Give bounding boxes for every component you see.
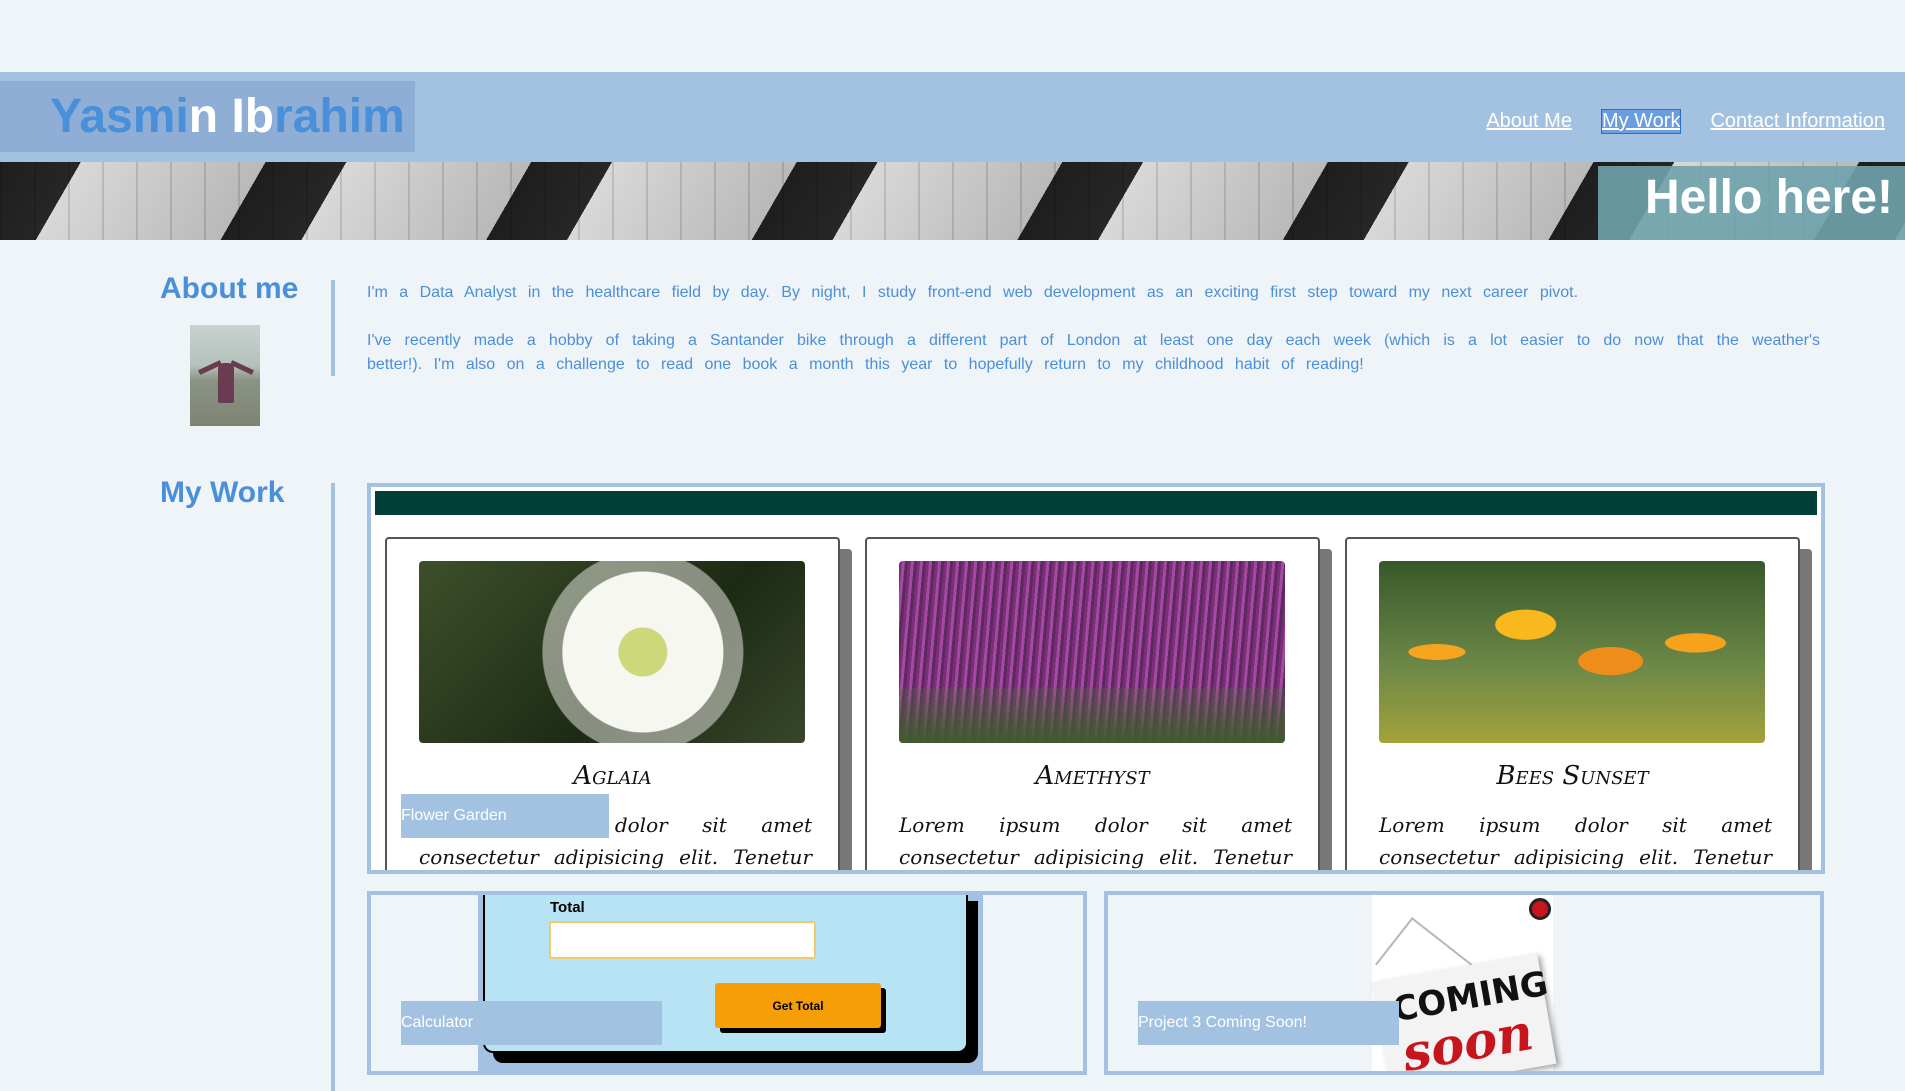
virus-icon <box>1529 898 1551 920</box>
flower-title: Aglaia <box>573 761 652 791</box>
nav-my-work[interactable]: My Work <box>1600 109 1682 134</box>
flower-title: Bees Sunset <box>1496 761 1649 791</box>
flower-card-bees-sunset: Bees Sunset Lorem ipsum dolor sit amet c… <box>1345 537 1800 870</box>
site-title-part-2: n Ib <box>188 90 275 143</box>
total-input[interactable] <box>549 921 816 959</box>
about-paragraph-2: I've recently made a hobby of taking a S… <box>367 332 1820 373</box>
work-divider <box>331 483 335 1091</box>
site-header: Yasmin Ibrahim About Me My Work Contact … <box>0 72 1905 162</box>
nav-contact-information[interactable]: Contact Information <box>1710 110 1885 133</box>
site-title-part-1: Yasmi <box>50 90 189 143</box>
about-text: I'm a Data Analyst in the healthcare fie… <box>367 281 1820 377</box>
project-flower-garden[interactable]: Aglaia Lorem ipsum dolor sit amet consec… <box>367 483 1825 874</box>
flower-description: Lorem ipsum dolor sit amet consectetur a… <box>1379 813 1772 869</box>
about-heading: About me <box>160 272 299 305</box>
logo-box: Yasmin Ibrahim <box>0 81 415 152</box>
project-calculator[interactable]: Total Get Total Calculator <box>367 891 1087 1075</box>
flower-image-amethyst <box>899 561 1285 743</box>
work-heading: My Work <box>160 476 285 509</box>
about-divider <box>331 280 335 376</box>
flower-card-amethyst: Amethyst Lorem ipsum dolor sit amet cons… <box>865 537 1320 870</box>
project-tag-flower-garden[interactable]: Flower Garden <box>401 794 609 838</box>
site-title-part-3: rahim <box>274 90 405 143</box>
project-3-coming-soon[interactable]: COMING soon Project 3 Coming Soon! <box>1104 891 1824 1075</box>
flower-title: Amethyst <box>1035 761 1150 791</box>
flower-image-aglaia <box>419 561 805 743</box>
project-tag-calculator[interactable]: Calculator <box>401 1001 662 1045</box>
flower-image-bees-sunset <box>1379 561 1765 743</box>
nav-about-me[interactable]: About Me <box>1486 110 1572 133</box>
site-title: Yasmin Ibrahim <box>50 93 405 141</box>
calculator-preview: Total Get Total <box>478 895 983 1071</box>
hero-banner: Hello here! <box>0 162 1905 240</box>
greeting-text: Hello here! <box>1644 171 1893 224</box>
profile-photo-figure <box>218 363 234 403</box>
main-nav: About Me My Work Contact Information <box>1486 109 1885 134</box>
profile-photo <box>190 325 260 426</box>
project-tag-coming-soon[interactable]: Project 3 Coming Soon! <box>1138 1001 1399 1045</box>
coming-soon-image: COMING soon <box>1371 895 1557 1071</box>
about-paragraph-1: I'm a Data Analyst in the healthcare fie… <box>367 284 1579 301</box>
project-header-bar <box>375 491 1817 515</box>
get-total-button[interactable]: Get Total <box>715 983 881 1028</box>
flower-description: Lorem ipsum dolor sit amet consectetur a… <box>899 813 1292 869</box>
total-label: Total <box>550 899 585 916</box>
